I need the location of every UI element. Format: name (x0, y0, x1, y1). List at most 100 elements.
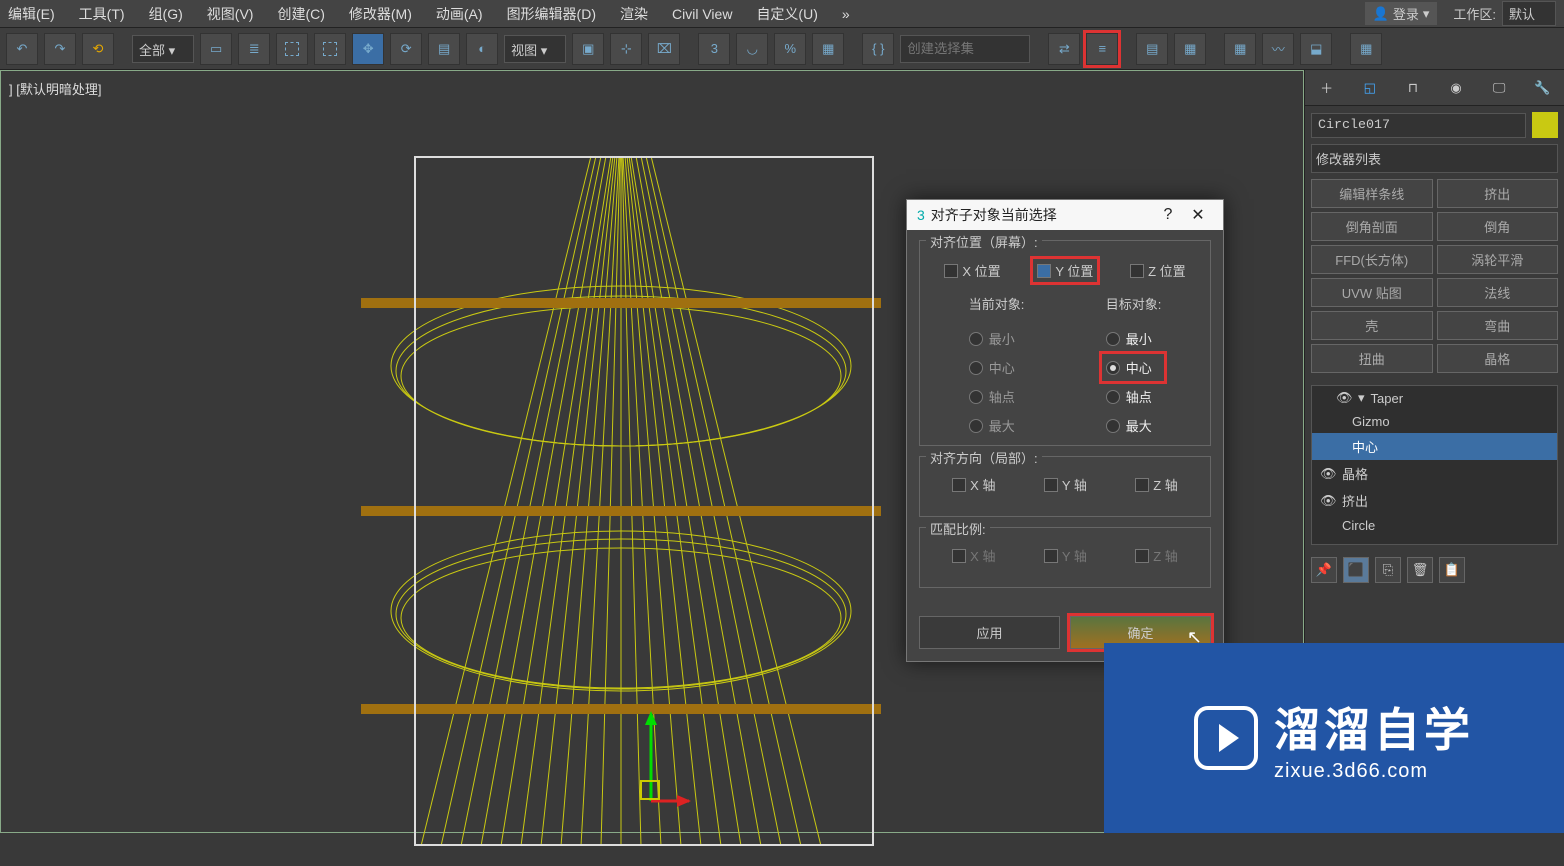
eye-icon[interactable]: 👁 (1320, 493, 1336, 509)
schematic-button[interactable]: 〰 (1262, 33, 1294, 65)
hierarchy-tab[interactable]: ⊓ (1398, 74, 1428, 102)
current-center-radio[interactable]: 中心 (969, 358, 1015, 377)
edit-named-sel-button[interactable]: { } (862, 33, 894, 65)
modify-tab[interactable]: ◱ (1355, 74, 1385, 102)
placement-button[interactable]: ◐ (466, 33, 498, 65)
eye-icon[interactable]: 👁 (1320, 466, 1336, 482)
workspace-select[interactable]: 默认 (1502, 1, 1556, 26)
redo-button[interactable]: ↷ (44, 33, 76, 65)
target-min-radio[interactable]: 最小 (1106, 329, 1152, 348)
render-setup-button[interactable]: ▦ (1350, 33, 1382, 65)
mod-btn-bevel-profile[interactable]: 倒角剖面 (1311, 212, 1433, 241)
create-tab[interactable]: ＋ (1312, 74, 1342, 102)
display-tab[interactable]: 🖵 (1484, 74, 1514, 102)
menu-edit[interactable]: 编辑(E) (8, 4, 55, 24)
dialog-titlebar[interactable]: 3 对齐子对象当前选择 ? ✕ (907, 200, 1223, 230)
link-button[interactable]: ⟲ (82, 33, 114, 65)
mod-btn-uvw[interactable]: UVW 贴图 (1311, 278, 1433, 307)
menu-civil-view[interactable]: Civil View (672, 6, 732, 22)
scope-select[interactable]: 全部 ▾ (132, 35, 194, 63)
modifier-stack[interactable]: 👁▾ Taper Gizmo 中心 👁晶格 👁挤出 Circle (1311, 385, 1558, 545)
coord-select[interactable]: 视图 ▾ (504, 35, 566, 63)
z-axis-checkbox[interactable]: Z 轴 (1135, 475, 1178, 494)
menu-more[interactable]: » (842, 6, 850, 22)
stack-circle[interactable]: Circle (1312, 514, 1557, 537)
menu-rendering[interactable]: 渲染 (620, 4, 648, 24)
y-position-checkbox[interactable]: Y 位置 (1037, 261, 1093, 280)
dialog-help-button[interactable]: ? (1153, 206, 1183, 224)
region-select-button[interactable] (276, 33, 308, 65)
toggle-ribbon-button[interactable]: ▦ (1174, 33, 1206, 65)
transform-gizmo[interactable] (611, 711, 691, 811)
current-min-radio[interactable]: 最小 (969, 329, 1015, 348)
y-axis-checkbox[interactable]: Y 轴 (1044, 475, 1087, 494)
modifier-list-select[interactable]: 修改器列表 (1311, 144, 1558, 173)
menu-customize[interactable]: 自定义(U) (756, 4, 817, 24)
motion-tab[interactable]: ◉ (1441, 74, 1471, 102)
target-center-radio[interactable]: 中心 (1106, 358, 1152, 377)
mod-btn-normal[interactable]: 法线 (1437, 278, 1559, 307)
align-button[interactable]: ≡ (1086, 33, 1118, 65)
named-selection-input[interactable] (900, 35, 1030, 63)
apply-button[interactable]: 应用 (919, 616, 1060, 649)
menu-create[interactable]: 创建(C) (277, 4, 324, 24)
spinner-snap-button[interactable]: ▦ (812, 33, 844, 65)
scale-button[interactable]: ▤ (428, 33, 460, 65)
object-name-input[interactable] (1311, 113, 1526, 138)
stack-taper[interactable]: 👁▾ Taper (1312, 386, 1557, 410)
pin-stack-button[interactable]: 📌 (1311, 557, 1337, 583)
login-button[interactable]: 👤 登录 ▾ (1365, 2, 1438, 25)
stack-extrude[interactable]: 👁挤出 (1312, 487, 1557, 514)
select-button[interactable]: ▭ (200, 33, 232, 65)
mod-btn-bend[interactable]: 弯曲 (1437, 311, 1559, 340)
undo-button[interactable]: ↶ (6, 33, 38, 65)
menu-views[interactable]: 视图(V) (207, 4, 254, 24)
rotate-button[interactable]: ⟳ (390, 33, 422, 65)
snap-3d-button[interactable]: 3 (698, 33, 730, 65)
x-position-checkbox[interactable]: X 位置 (944, 259, 1000, 282)
remove-modifier-button[interactable]: 🗑 (1407, 557, 1433, 583)
target-max-radio[interactable]: 最大 (1106, 416, 1152, 435)
mod-btn-turbosmooth[interactable]: 涡轮平滑 (1437, 245, 1559, 274)
stack-center[interactable]: 中心 (1312, 433, 1557, 460)
mod-btn-bevel[interactable]: 倒角 (1437, 212, 1559, 241)
eye-icon[interactable]: 👁 (1336, 390, 1352, 406)
current-pivot-radio[interactable]: 轴点 (969, 387, 1015, 406)
mod-btn-twist[interactable]: 扭曲 (1311, 344, 1433, 373)
mod-btn-ffd[interactable]: FFD(长方体) (1311, 245, 1433, 274)
stack-gizmo[interactable]: Gizmo (1312, 410, 1557, 433)
scale-x-checkbox[interactable]: X 轴 (952, 546, 995, 565)
keyboard-shortcut-button[interactable]: ⌧ (648, 33, 680, 65)
manipulate-button[interactable]: ⊹ (610, 33, 642, 65)
mod-btn-lattice[interactable]: 晶格 (1437, 344, 1559, 373)
menu-animation[interactable]: 动画(A) (436, 4, 483, 24)
percent-snap-button[interactable]: % (774, 33, 806, 65)
menu-group[interactable]: 组(G) (149, 4, 183, 24)
target-pivot-radio[interactable]: 轴点 (1106, 387, 1152, 406)
scale-z-checkbox[interactable]: Z 轴 (1135, 546, 1178, 565)
current-max-radio[interactable]: 最大 (969, 416, 1015, 435)
z-position-checkbox[interactable]: Z 位置 (1130, 259, 1186, 282)
window-crossing-button[interactable] (314, 33, 346, 65)
menu-tools[interactable]: 工具(T) (79, 4, 125, 24)
stack-lattice[interactable]: 👁晶格 (1312, 460, 1557, 487)
mod-btn-shell[interactable]: 壳 (1311, 311, 1433, 340)
show-end-result-button[interactable]: ⬛ (1343, 557, 1369, 583)
scale-y-checkbox[interactable]: Y 轴 (1044, 546, 1087, 565)
pivot-button[interactable]: ▣ (572, 33, 604, 65)
configure-sets-button[interactable]: 📋 (1439, 557, 1465, 583)
mirror-button[interactable]: ⇄ (1048, 33, 1080, 65)
angle-snap-button[interactable]: ◡ (736, 33, 768, 65)
make-unique-button[interactable]: ⎘ (1375, 557, 1401, 583)
layers-button[interactable]: ▤ (1136, 33, 1168, 65)
mod-btn-edit-spline[interactable]: 编辑样条线 (1311, 179, 1433, 208)
mod-btn-extrude[interactable]: 挤出 (1437, 179, 1559, 208)
curve-editor-button[interactable]: ▦ (1224, 33, 1256, 65)
object-color-swatch[interactable] (1532, 112, 1558, 138)
move-button[interactable]: ✥ (352, 33, 384, 65)
material-editor-button[interactable]: ⬓ (1300, 33, 1332, 65)
select-name-button[interactable]: ≣ (238, 33, 270, 65)
dialog-close-button[interactable]: ✕ (1183, 205, 1213, 225)
menu-modifiers[interactable]: 修改器(M) (349, 4, 412, 24)
menu-graph-editors[interactable]: 图形编辑器(D) (507, 4, 596, 24)
